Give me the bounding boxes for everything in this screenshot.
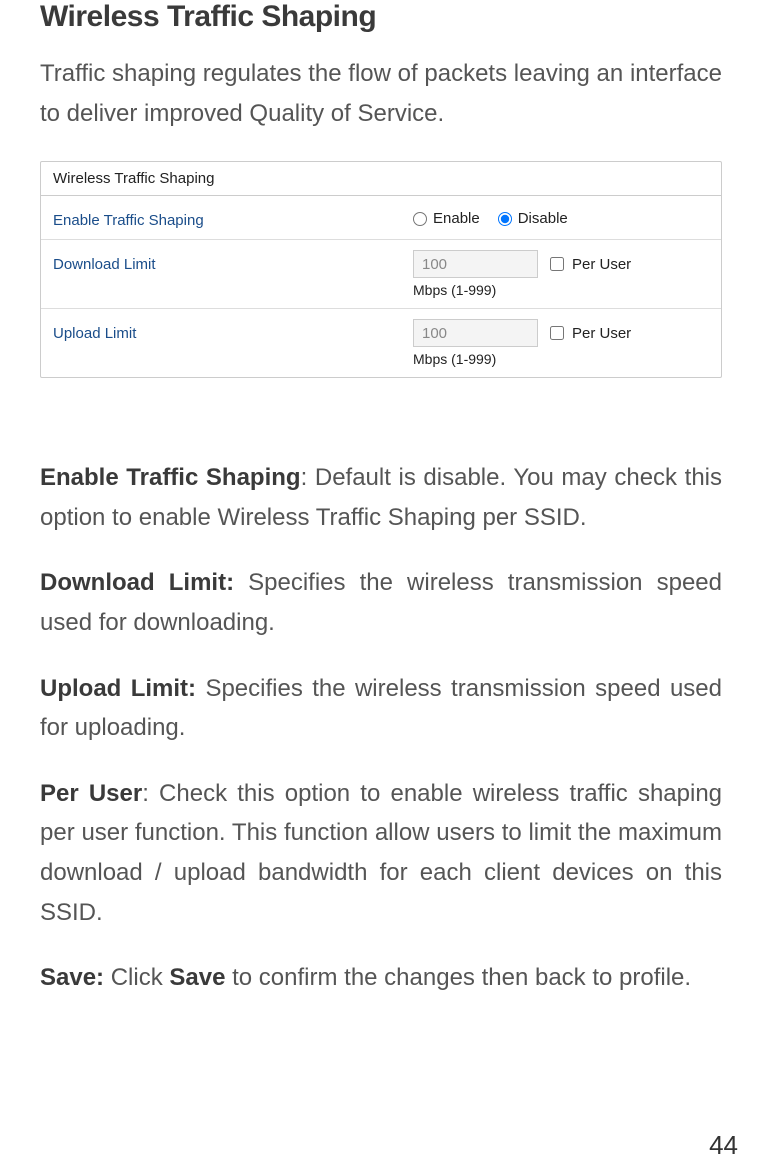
def-peruser-text: : Check this option to enable wireless t… xyxy=(40,780,722,926)
radio-enable-input[interactable] xyxy=(413,212,427,226)
def-enable-term: Enable Traffic Shaping xyxy=(40,464,301,491)
page-number: 44 xyxy=(709,1130,738,1161)
enable-label: Enable Traffic Shaping xyxy=(53,206,413,229)
intro-text: Traffic shaping regulates the flow of pa… xyxy=(40,54,722,133)
definitions-section: Enable Traffic Shaping: Default is disab… xyxy=(40,458,722,998)
row-download-limit: Download Limit Per User Mbps (1-999) xyxy=(41,240,721,309)
config-panel: Wireless Traffic Shaping Enable Traffic … xyxy=(40,161,722,378)
radio-disable-label: Disable xyxy=(518,210,568,227)
def-save-term: Save: xyxy=(40,964,104,991)
download-per-user-label: Per User xyxy=(572,256,631,273)
def-save-word: Save xyxy=(169,964,225,991)
row-enable-shaping: Enable Traffic Shaping Enable Disable xyxy=(41,196,721,240)
page-title: Wireless Traffic Shaping xyxy=(40,0,722,34)
row-upload-limit: Upload Limit Per User Mbps (1-999) xyxy=(41,309,721,377)
def-save-post: to confirm the changes then back to prof… xyxy=(225,964,691,991)
def-enable: Enable Traffic Shaping: Default is disab… xyxy=(40,458,722,537)
panel-header: Wireless Traffic Shaping xyxy=(41,162,721,196)
def-upload-term: Upload Limit: xyxy=(40,675,196,702)
def-peruser-term: Per User xyxy=(40,780,142,807)
radio-disable[interactable]: Disable xyxy=(498,210,568,227)
download-hint: Mbps (1-999) xyxy=(413,282,709,298)
def-download: Download Limit: Specifies the wireless t… xyxy=(40,563,722,642)
def-upload: Upload Limit: Specifies the wireless tra… xyxy=(40,669,722,748)
def-peruser: Per User: Check this option to enable wi… xyxy=(40,774,722,932)
def-save: Save: Click Save to confirm the changes … xyxy=(40,958,722,998)
download-per-user[interactable]: Per User xyxy=(550,256,631,273)
download-input[interactable] xyxy=(413,250,538,278)
upload-input[interactable] xyxy=(413,319,538,347)
enable-radio-group: Enable Disable xyxy=(413,206,709,227)
upload-hint: Mbps (1-999) xyxy=(413,351,709,367)
radio-enable-label: Enable xyxy=(433,210,480,227)
def-save-pre: Click xyxy=(104,964,169,991)
def-download-term: Download Limit: xyxy=(40,569,234,596)
upload-per-user[interactable]: Per User xyxy=(550,325,631,342)
upload-per-user-label: Per User xyxy=(572,325,631,342)
download-label: Download Limit xyxy=(53,250,413,273)
download-per-user-checkbox[interactable] xyxy=(550,257,564,271)
upload-label: Upload Limit xyxy=(53,319,413,342)
upload-per-user-checkbox[interactable] xyxy=(550,326,564,340)
radio-enable[interactable]: Enable xyxy=(413,210,480,227)
radio-disable-input[interactable] xyxy=(498,212,512,226)
